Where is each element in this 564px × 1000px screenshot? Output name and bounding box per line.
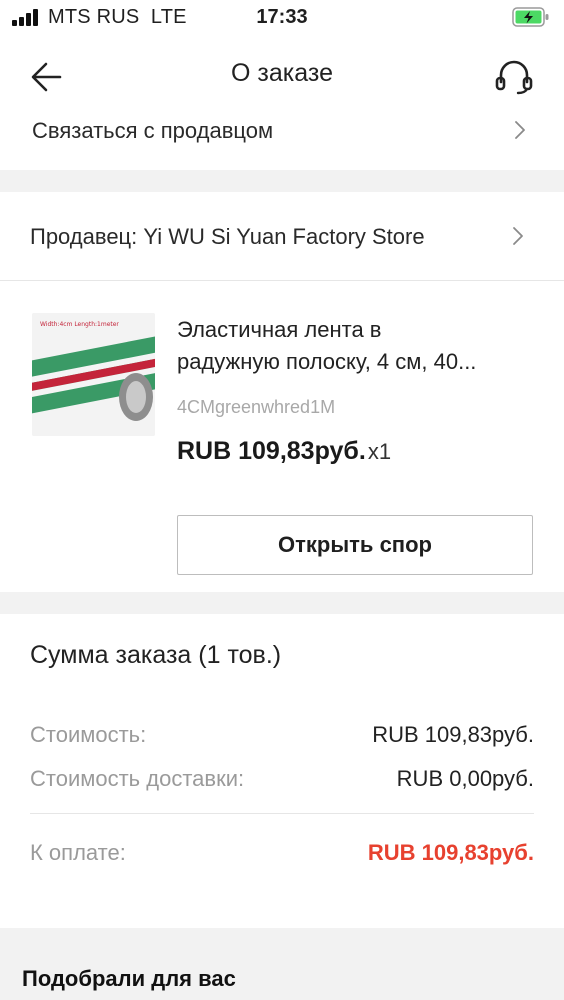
product-title[interactable]: Эластичная лента в радужную полоску, 4 с…	[177, 314, 537, 378]
total-value: RUB 109,83руб.	[367, 840, 534, 865]
section-separator	[0, 592, 564, 614]
seller-row[interactable]: Продавец: Yi WU Si Yuan Factory Store	[0, 212, 564, 262]
divider	[0, 280, 564, 281]
shipping-cost-value: RUB 0,00руб.	[396, 766, 534, 791]
contact-seller-row[interactable]: Связаться с продавцом	[0, 106, 564, 156]
product-title-line-1: Эластичная лента в	[177, 317, 382, 342]
svg-text:Width:4cm Length:1meter: Width:4cm Length:1meter	[40, 321, 119, 328]
headset-support-icon[interactable]	[490, 54, 538, 102]
recommendations-title: Подобрали для вас	[22, 966, 236, 991]
product-price-value: RUB 109,83руб.	[177, 437, 366, 465]
seller-name-label: Продавец: Yi WU Si Yuan Factory Store	[30, 224, 425, 249]
product-image[interactable]: Width:4cm Length:1meter	[32, 313, 155, 436]
product-price: RUB 109,83руб.x1	[177, 437, 391, 466]
open-dispute-button[interactable]: Открыть спор	[177, 515, 533, 575]
product-sku: 4CMgreenwhred1M	[177, 397, 336, 417]
product-title-line-2: радужную полоску, 4 см, 40...	[177, 349, 477, 374]
shipping-cost-label: Стоимость доставки:	[30, 766, 245, 791]
status-bar: MTS RUS LTE 17:33	[0, 0, 564, 36]
product-quantity: x1	[367, 439, 392, 464]
chevron-right-icon	[513, 227, 523, 245]
contact-seller-label: Связаться с продавцом	[32, 118, 274, 143]
cost-value: RUB 109,83руб.	[372, 722, 534, 747]
clock: 17:33	[256, 6, 308, 28]
section-separator	[0, 170, 564, 192]
cost-label: Стоимость:	[30, 722, 147, 747]
page-title: О заказе	[231, 59, 333, 87]
total-label: К оплате:	[30, 840, 126, 865]
divider	[30, 813, 534, 814]
elastic-band-image: Width:4cm Length:1meter	[32, 313, 155, 436]
battery-charging-icon	[512, 7, 549, 27]
order-summary-title: Сумма заказа (1 тов.)	[30, 641, 282, 669]
chevron-right-icon	[515, 121, 525, 139]
